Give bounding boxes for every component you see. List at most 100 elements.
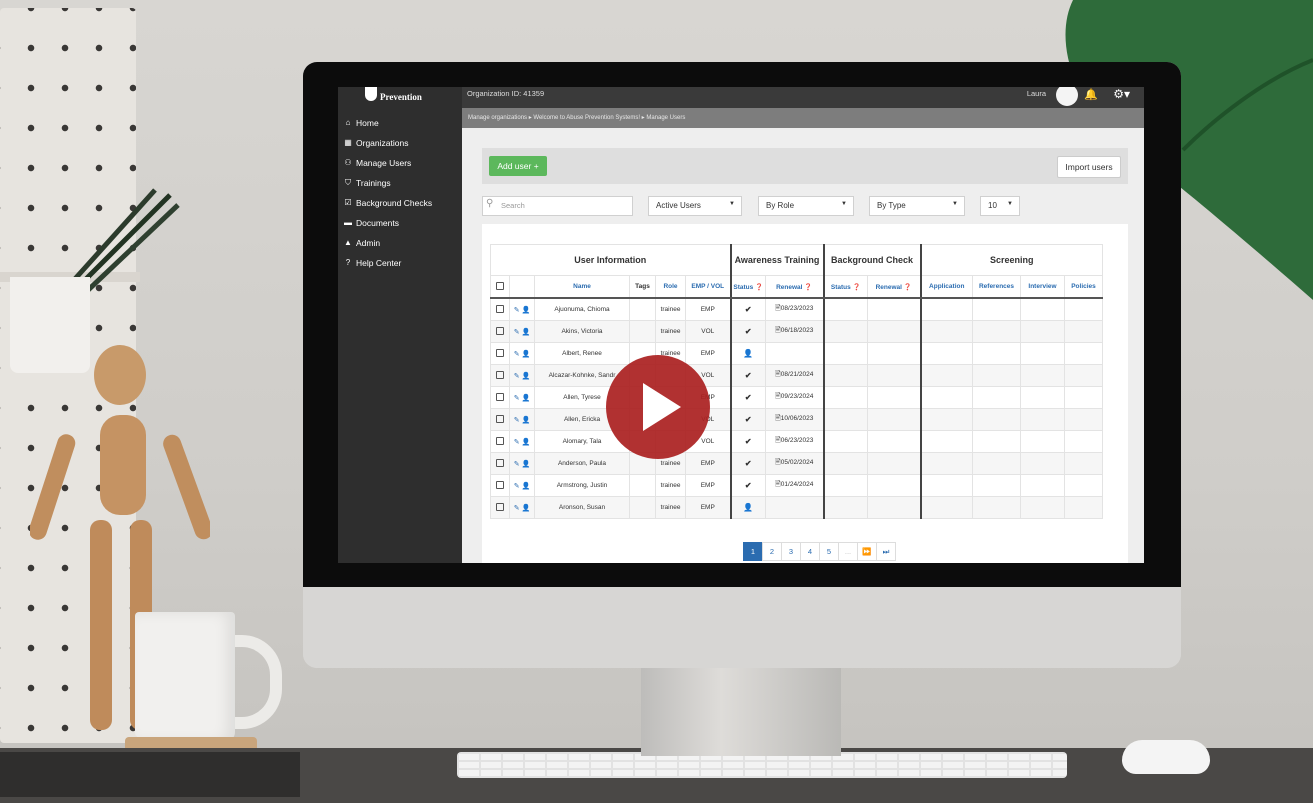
- users-table: User Information Awareness Training Back…: [490, 244, 1103, 519]
- column-emp-vol[interactable]: EMP / VOL: [685, 275, 732, 299]
- user-icon[interactable]: 👤: [521, 329, 530, 336]
- sidebar-item-manage-users[interactable]: ⚇ Manage Users: [344, 157, 432, 177]
- user-icon[interactable]: 👤: [521, 483, 530, 490]
- row-checkbox[interactable]: [490, 408, 510, 431]
- edit-icon[interactable]: ✎: [514, 395, 520, 402]
- user-icon[interactable]: 👤: [521, 351, 530, 358]
- user-icon[interactable]: 👤: [521, 307, 530, 314]
- training-renewal-cell[interactable]: 🖹05/02/2024: [765, 452, 825, 475]
- edit-icon[interactable]: ✎: [514, 439, 520, 446]
- training-renewal-cell[interactable]: 🖹06/18/2023: [765, 320, 825, 343]
- user-name-cell[interactable]: Aronson, Susan: [534, 496, 630, 519]
- page-4[interactable]: 4: [800, 542, 820, 561]
- training-renewal-cell[interactable]: 🖹08/21/2024: [765, 364, 825, 387]
- edit-icon[interactable]: ✎: [514, 329, 520, 336]
- edit-icon[interactable]: ✎: [514, 505, 520, 512]
- column-tags[interactable]: Tags: [629, 275, 656, 299]
- per-page-select[interactable]: 10 ▼: [980, 196, 1020, 216]
- training-renewal-cell[interactable]: [765, 496, 825, 519]
- monitor-stand: [641, 668, 841, 756]
- user-icon[interactable]: 👤: [521, 395, 530, 402]
- status-filter-select[interactable]: Active Users ▼: [648, 196, 742, 216]
- column-references[interactable]: References: [972, 275, 1021, 299]
- page-1[interactable]: 1: [743, 542, 763, 561]
- user-name[interactable]: Laura: [1027, 89, 1046, 98]
- row-checkbox[interactable]: [490, 430, 510, 453]
- sidebar-item-admin[interactable]: ▲ Admin: [344, 237, 432, 257]
- row-checkbox[interactable]: [490, 386, 510, 409]
- row-checkbox[interactable]: [490, 474, 510, 497]
- sidebar-item-background-checks[interactable]: ☑ Background Checks: [344, 197, 432, 217]
- user-name-cell[interactable]: Akins, Victoria: [534, 320, 630, 343]
- add-user-button[interactable]: Add user +: [489, 156, 547, 176]
- gear-icon[interactable]: ⚙▾: [1113, 87, 1130, 101]
- column-training-status[interactable]: Status ❓: [730, 275, 766, 299]
- avatar[interactable]: [1056, 87, 1078, 106]
- row-checkbox[interactable]: [490, 452, 510, 475]
- import-users-button[interactable]: Import users: [1057, 156, 1121, 178]
- user-icon[interactable]: 👤: [521, 373, 530, 380]
- page-5[interactable]: 5: [819, 542, 839, 561]
- search-input[interactable]: ⚲ Search: [482, 196, 633, 216]
- user-name-cell[interactable]: Albert, Renee: [534, 342, 630, 365]
- sidebar-item-home[interactable]: ⌂ Home: [344, 117, 432, 137]
- page-3[interactable]: 3: [781, 542, 801, 561]
- edit-icon[interactable]: ✎: [514, 307, 520, 314]
- sidebar-item-documents[interactable]: ▬ Documents: [344, 217, 432, 237]
- row-checkbox[interactable]: [490, 364, 510, 387]
- monitor-chin: [303, 587, 1181, 668]
- edit-icon[interactable]: ✎: [514, 461, 520, 468]
- column-training-renewal[interactable]: Renewal ❓: [765, 275, 825, 299]
- training-renewal-cell[interactable]: 🖹06/23/2023: [765, 430, 825, 453]
- training-renewal-cell[interactable]: 🖹01/24/2024: [765, 474, 825, 497]
- user-icon[interactable]: 👤: [521, 417, 530, 424]
- tags-cell: [629, 297, 656, 321]
- role-cell: trainee: [655, 474, 686, 497]
- row-checkbox[interactable]: [490, 342, 510, 365]
- edit-icon[interactable]: ✎: [514, 417, 520, 424]
- user-name-cell[interactable]: Anderson, Paula: [534, 452, 630, 475]
- breadcrumb-text[interactable]: Manage organizations ▸ Welcome to Abuse …: [468, 114, 685, 121]
- bg-status-cell: [823, 386, 868, 409]
- column-name[interactable]: Name: [534, 275, 630, 299]
- column-role[interactable]: Role: [655, 275, 686, 299]
- training-renewal-cell[interactable]: 🖹10/06/2023: [765, 408, 825, 431]
- app-screen: Prevention ⌂ Home ▦ Organizations ⚇ Manage …: [338, 87, 1144, 563]
- column-bg-renewal[interactable]: Renewal ❓: [867, 275, 922, 299]
- training-renewal-cell[interactable]: 🖹09/23/2024: [765, 386, 825, 409]
- page-2[interactable]: 2: [762, 542, 782, 561]
- edit-icon[interactable]: ✎: [514, 483, 520, 490]
- video-play-button[interactable]: [606, 355, 710, 459]
- edit-icon[interactable]: ✎: [514, 351, 520, 358]
- caret-down-icon: ▼: [729, 201, 735, 207]
- policies-cell: [1064, 474, 1103, 497]
- sidebar-item-trainings[interactable]: ⛉ Trainings: [344, 177, 432, 197]
- training-renewal-cell[interactable]: 🖹08/23/2023: [765, 297, 825, 321]
- column-interview[interactable]: Interview: [1020, 275, 1065, 299]
- training-renewal-cell[interactable]: [765, 342, 825, 365]
- edit-icon[interactable]: ✎: [514, 373, 520, 380]
- user-icon[interactable]: 👤: [521, 439, 530, 446]
- bg-renewal-cell: [867, 386, 922, 409]
- role-filter-select[interactable]: By Role ▼: [758, 196, 854, 216]
- user-icon[interactable]: 👤: [521, 461, 530, 468]
- user-icon[interactable]: 👤: [521, 505, 530, 512]
- bg-status-cell: [823, 320, 868, 343]
- sidebar-item-help-center[interactable]: ? Help Center: [344, 257, 432, 277]
- row-checkbox[interactable]: [490, 297, 510, 321]
- column-policies[interactable]: Policies: [1064, 275, 1103, 299]
- select-all-checkbox[interactable]: [490, 275, 510, 299]
- user-name-cell[interactable]: Ajuonuma, Chioma: [534, 297, 630, 321]
- emp-vol-cell: VOL: [685, 320, 732, 343]
- column-bg-status[interactable]: Status ❓: [823, 275, 868, 299]
- sidebar-item-organizations[interactable]: ▦ Organizations: [344, 137, 432, 157]
- role-cell: trainee: [655, 297, 686, 321]
- row-checkbox[interactable]: [490, 496, 510, 519]
- row-checkbox[interactable]: [490, 320, 510, 343]
- user-name-cell[interactable]: Armstrong, Justin: [534, 474, 630, 497]
- column-application[interactable]: Application: [920, 275, 973, 299]
- bell-icon[interactable]: 🔔: [1084, 88, 1098, 101]
- next-page-icon[interactable]: ⏩: [857, 542, 877, 561]
- last-page-icon[interactable]: ⏭: [876, 542, 896, 561]
- type-filter-select[interactable]: By Type ▼: [869, 196, 965, 216]
